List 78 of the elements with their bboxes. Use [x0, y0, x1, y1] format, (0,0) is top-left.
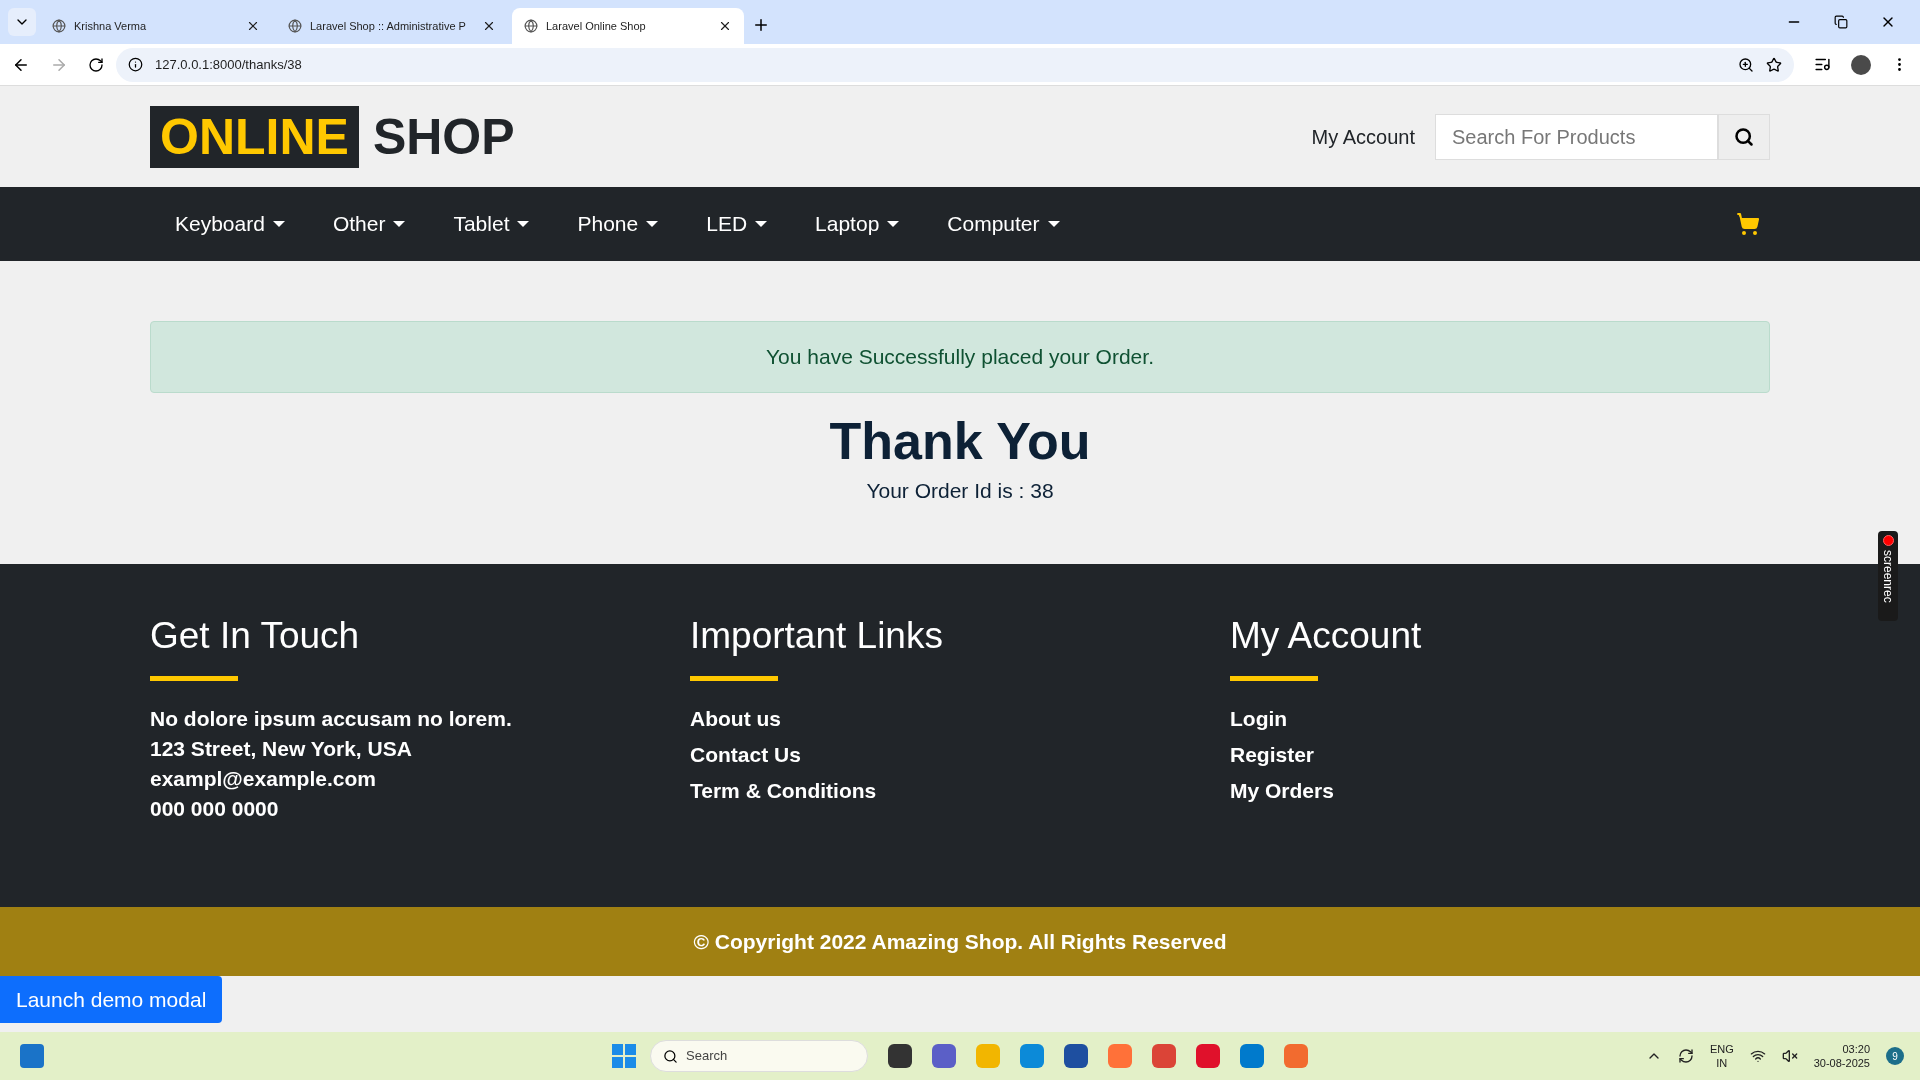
caret-icon [755, 221, 768, 227]
nav-dropdown[interactable]: Other [332, 208, 406, 240]
language-indicator[interactable]: ENG IN [1709, 1042, 1734, 1070]
notification-badge[interactable]: 9 [1886, 1047, 1904, 1065]
order-id-text: Your Order Id is : 38 [866, 478, 1054, 504]
url-text: 127.0.0.1:8000/thanks/38 [155, 55, 302, 74]
footer-heading: My Account [1230, 614, 1423, 658]
clock[interactable]: 03:20 30-08-2025 [1813, 1042, 1870, 1070]
close-icon[interactable] [482, 19, 496, 33]
info-icon [128, 57, 143, 72]
search-button[interactable] [1718, 113, 1770, 160]
copyright-bar: © Copyright 2022 Amazing Shop. All Rights Reserved [0, 907, 1920, 976]
zoom-icon[interactable] [1738, 56, 1754, 73]
app-icon[interactable] [1064, 1044, 1088, 1068]
globe-icon [288, 19, 302, 33]
record-icon [1882, 535, 1894, 546]
taskbar-search[interactable]: Search [650, 1040, 868, 1072]
tab-title: Laravel Shop :: Administrative P [310, 18, 467, 34]
caret-icon [1047, 221, 1060, 227]
search-input[interactable]: Search For Products [1452, 121, 1701, 152]
footer-link[interactable]: My Orders [1230, 779, 1334, 803]
caret-icon [517, 221, 530, 227]
tab-title: Krishna Verma [74, 18, 148, 34]
footer-link[interactable]: Term & Conditions [690, 779, 877, 803]
browser-tab[interactable]: Laravel Shop :: Administrative P [276, 8, 508, 44]
muted-speaker-icon[interactable] [1781, 1048, 1798, 1064]
screenrec-label: screenrec [1881, 550, 1895, 603]
caret-icon [393, 221, 406, 227]
contact-text: 123 Street, New York, USA [150, 737, 413, 761]
nav-dropdown[interactable]: LED [706, 208, 768, 240]
wifi-icon[interactable] [1749, 1048, 1766, 1064]
browser-tab[interactable]: Laravel Online Shop [512, 8, 744, 44]
success-alert: You have Successfully placed your Order. [150, 321, 1770, 393]
browser-tab[interactable]: Krishna Verma [40, 8, 272, 44]
profile-avatar[interactable] [1851, 54, 1871, 75]
tab-list-button[interactable] [8, 8, 36, 36]
search-field[interactable]: Search For Products [1435, 113, 1718, 160]
globe-icon [524, 19, 538, 33]
footer-link[interactable]: About us [690, 707, 781, 731]
media-icon[interactable] [1814, 56, 1831, 73]
footer-link[interactable]: Register [1230, 743, 1315, 767]
footer-link[interactable]: Contact Us [690, 743, 801, 767]
screenrec-widget[interactable]: screenrec [1878, 531, 1898, 621]
globe-icon [52, 19, 66, 33]
logo-highlight: ONLINE [150, 105, 359, 168]
nav-dropdown[interactable]: Laptop [815, 208, 900, 240]
caret-icon [646, 221, 659, 227]
contact-text: exampl@example.com [150, 767, 377, 791]
app-icon[interactable] [888, 1044, 912, 1068]
tab-title: Laravel Online Shop [546, 18, 647, 34]
new-tab-icon[interactable] [752, 16, 770, 34]
caret-icon [887, 221, 900, 227]
nav-dropdown[interactable]: Computer [947, 208, 1060, 240]
search-icon [663, 1048, 678, 1064]
contact-text: No dolore ipsum accusam no lorem. [150, 707, 513, 731]
account-link[interactable]: My Account [1311, 121, 1415, 152]
contact-text: 000 000 0000 [150, 797, 280, 821]
footer-link[interactable]: Login [1230, 707, 1288, 731]
nav-dropdown[interactable]: Phone [577, 208, 659, 240]
nav-dropdown[interactable]: Tablet [453, 208, 530, 240]
close-icon[interactable] [718, 19, 732, 33]
star-icon[interactable] [1766, 56, 1782, 73]
logo-text: SHOP [372, 107, 515, 167]
caret-icon [272, 221, 285, 227]
start-icon[interactable] [612, 1044, 636, 1068]
close-icon[interactable] [246, 19, 260, 33]
footer-heading: Important Links [690, 614, 944, 658]
sync-icon[interactable] [1677, 1048, 1694, 1064]
launch-demo-button[interactable]: Launch demo modal [0, 976, 223, 1023]
reload-icon[interactable] [88, 56, 104, 73]
address-field[interactable]: 127.0.0.1:8000/thanks/38 [116, 47, 1794, 82]
restore-icon[interactable] [1834, 15, 1848, 29]
search-icon [1734, 126, 1754, 147]
footer-heading: Get In Touch [150, 614, 361, 658]
thank-you-heading: Thank You [829, 411, 1091, 471]
app-icon[interactable] [932, 1044, 956, 1068]
nav-dropdown[interactable]: Keyboard [175, 208, 285, 240]
cart-icon[interactable] [1736, 212, 1760, 236]
